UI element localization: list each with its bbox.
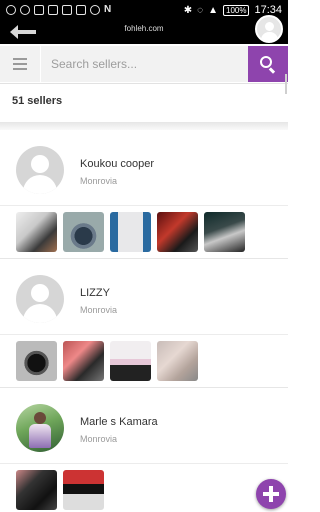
scrollbar[interactable] — [285, 74, 287, 94]
product-thumbnail[interactable] — [157, 212, 198, 252]
product-thumbnails — [0, 206, 288, 258]
search-bar — [0, 44, 288, 84]
product-thumbnail[interactable] — [63, 341, 104, 381]
product-thumbnail[interactable] — [110, 212, 151, 252]
mute-icon: ◌ — [197, 4, 204, 16]
signal-icon: ▲ — [208, 4, 218, 16]
seller-name[interactable]: Marle s Kamara — [80, 416, 158, 428]
product-thumbnail[interactable] — [110, 341, 151, 381]
seller-header[interactable]: Marle s Kamara Monrovia — [0, 388, 288, 464]
seller-list: Koukou cooper Monrovia LIZZY Monrovia Ma… — [0, 130, 288, 512]
product-thumbnail[interactable] — [63, 212, 104, 252]
seller-name[interactable]: LIZZY — [80, 287, 110, 299]
image-icon — [62, 5, 72, 15]
person-icon — [6, 5, 16, 15]
product-thumbnail[interactable] — [63, 470, 104, 510]
seller-location: Monrovia — [80, 305, 118, 315]
clock-icon — [90, 5, 100, 15]
status-icons-left: N — [0, 5, 111, 15]
seller-location: Monrovia — [80, 176, 118, 186]
shield-icon — [20, 5, 30, 15]
product-thumbnail[interactable] — [16, 212, 57, 252]
site-title: fohleh.com — [124, 24, 164, 33]
download-icon — [34, 5, 44, 15]
download-icon — [76, 5, 86, 15]
seller-header[interactable]: LIZZY Monrovia — [0, 259, 288, 335]
status-bar: N ✱ ◌ ▲ 100% 17:34 — [0, 0, 288, 20]
product-thumbnail[interactable] — [204, 212, 245, 252]
n-icon: N — [104, 4, 112, 15]
seller-header[interactable]: Koukou cooper Monrovia — [0, 130, 288, 206]
bluetooth-icon: ✱ — [183, 4, 193, 16]
add-button[interactable] — [256, 479, 286, 509]
seller-avatar[interactable] — [16, 146, 64, 194]
seller-avatar[interactable] — [16, 404, 64, 452]
status-icons-right: ✱ ◌ ▲ 100% 17:34 — [184, 4, 288, 16]
product-thumbnail[interactable] — [157, 341, 198, 381]
product-thumbnails — [0, 464, 288, 512]
search-input[interactable] — [41, 46, 248, 82]
seller-count: 51 sellers — [12, 95, 63, 107]
battery-indicator: 100% — [223, 4, 250, 16]
email-icon — [48, 5, 58, 15]
product-thumbnail[interactable] — [16, 470, 57, 510]
search-icon — [260, 56, 276, 74]
section-divider — [0, 122, 288, 130]
product-thumbnail[interactable] — [16, 341, 57, 381]
seller-name[interactable]: Koukou cooper — [80, 158, 154, 170]
profile-avatar-icon[interactable] — [255, 15, 283, 43]
menu-icon[interactable] — [0, 46, 40, 82]
app-header: fohleh.com — [0, 15, 288, 44]
product-thumbnails — [0, 335, 288, 387]
seller-avatar[interactable] — [16, 275, 64, 323]
seller-card[interactable]: Marle s Kamara Monrovia — [0, 388, 288, 512]
seller-card[interactable]: Koukou cooper Monrovia — [0, 130, 288, 259]
seller-card[interactable]: LIZZY Monrovia — [0, 259, 288, 388]
seller-location: Monrovia — [80, 434, 118, 444]
search-button[interactable] — [248, 46, 288, 82]
